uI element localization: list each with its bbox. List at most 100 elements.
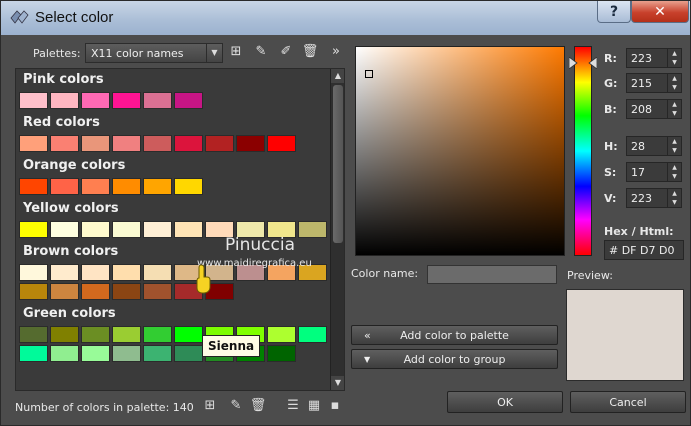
channel-spinbox[interactable]: 28 ▲ ▼ [626,136,682,156]
color-swatch[interactable] [112,345,141,362]
color-swatch[interactable] [143,283,172,300]
add-to-palette-button[interactable]: « Add color to palette [351,325,558,345]
color-swatch[interactable] [267,135,296,152]
color-swatch[interactable] [143,264,172,281]
cancel-button[interactable]: Cancel [570,391,686,413]
hue-slider-handle[interactable] [569,57,597,69]
spin-arrows-icon[interactable]: ▲ ▼ [667,163,681,181]
color-swatch[interactable] [19,92,48,109]
color-swatch[interactable] [19,221,48,238]
color-swatch[interactable] [174,178,203,195]
close-button[interactable]: ✕ [631,1,689,23]
small-grid-view-icon[interactable]: ▦ [305,397,323,415]
color-swatch[interactable] [81,92,110,109]
color-swatch[interactable] [267,326,296,343]
sv-picker-marker[interactable] [365,70,373,78]
add-to-group-button[interactable]: ▼ Add color to group [351,349,558,369]
color-swatch[interactable] [112,264,141,281]
color-swatch[interactable] [174,135,203,152]
color-swatch[interactable] [112,92,141,109]
color-swatch[interactable] [19,283,48,300]
color-swatch[interactable] [174,345,203,362]
more-options-icon[interactable]: » [327,43,345,61]
channel-spinbox[interactable]: 215 ▲ ▼ [626,73,682,93]
color-swatch[interactable] [81,264,110,281]
color-swatch[interactable] [143,92,172,109]
channel-spinbox[interactable]: 17 ▲ ▼ [626,162,682,182]
group-title: Orange colors [23,158,126,173]
color-swatch[interactable] [81,345,110,362]
color-swatch[interactable] [236,135,265,152]
color-swatch[interactable] [143,326,172,343]
color-swatch[interactable] [81,135,110,152]
saturation-value-picker[interactable] [355,46,565,256]
palette-scrollbar[interactable]: ▲ ▼ [330,69,344,390]
color-swatch[interactable] [50,345,79,362]
scroll-down-icon[interactable]: ▼ [331,376,344,390]
edit-color-icon[interactable]: ✎ [227,397,245,415]
spin-arrows-icon[interactable]: ▲ ▼ [667,74,681,92]
color-swatch[interactable] [143,135,172,152]
rename-palette-icon[interactable]: ✐ [277,43,295,61]
add-to-palette-label: Add color to palette [400,328,509,342]
help-button[interactable]: ? [597,1,631,23]
color-name-input[interactable] [427,265,557,284]
color-swatch[interactable] [298,221,327,238]
edit-palette-icon[interactable]: ✎ [252,43,270,61]
channel-spinbox[interactable]: 223 ▲ ▼ [626,48,682,68]
color-swatch[interactable] [143,178,172,195]
spin-arrows-icon[interactable]: ▲ ▼ [667,137,681,155]
chevron-down-icon[interactable]: ▼ [206,44,222,62]
color-swatch[interactable] [50,264,79,281]
large-grid-view-icon[interactable]: ▪ [326,397,344,415]
color-swatch[interactable] [205,135,234,152]
spin-arrows-icon[interactable]: ▲ ▼ [667,100,681,118]
color-swatch[interactable] [112,283,141,300]
color-swatch[interactable] [81,178,110,195]
color-swatch[interactable] [174,92,203,109]
color-swatch[interactable] [81,326,110,343]
color-swatch[interactable] [143,221,172,238]
color-swatch[interactable] [50,283,79,300]
palettes-label: Palettes: [33,47,81,60]
channel-spinbox[interactable]: 223 ▲ ▼ [626,188,682,208]
color-swatch[interactable] [19,135,48,152]
color-swatch[interactable] [112,135,141,152]
ok-button[interactable]: OK [447,391,563,413]
color-tooltip: Sienna [202,335,261,357]
hue-slider[interactable] [574,46,592,256]
color-swatch[interactable] [112,221,141,238]
scroll-thumb[interactable] [333,85,343,243]
color-swatch[interactable] [298,326,327,343]
palette-select[interactable]: X11 color names ▼ [85,43,223,63]
title-bar[interactable]: Select color ? ✕ [1,1,690,35]
color-swatch[interactable] [19,264,48,281]
color-swatch[interactable] [50,221,79,238]
spin-arrows-icon[interactable]: ▲ ▼ [667,49,681,67]
color-swatch[interactable] [19,326,48,343]
delete-palette-icon[interactable]: 🗑 [301,43,319,61]
spin-arrows-icon[interactable]: ▲ ▼ [667,189,681,207]
color-swatch[interactable] [50,178,79,195]
list-view-icon[interactable]: ☰ [284,397,302,415]
palette-grid-icon[interactable]: ⊞ [201,397,219,415]
color-swatch[interactable] [267,345,296,362]
channel-value: 17 [631,166,645,179]
color-swatch[interactable] [50,92,79,109]
color-swatch[interactable] [112,178,141,195]
channel-spinbox[interactable]: 208 ▲ ▼ [626,99,682,119]
color-swatch[interactable] [50,326,79,343]
scroll-up-icon[interactable]: ▲ [331,69,344,83]
color-swatch[interactable] [143,345,172,362]
color-swatch[interactable] [112,326,141,343]
color-swatch[interactable] [174,221,203,238]
color-swatch[interactable] [81,283,110,300]
color-swatch[interactable] [174,326,203,343]
color-swatch[interactable] [81,221,110,238]
delete-color-icon[interactable]: 🗑 [249,397,267,415]
color-swatch[interactable] [19,345,48,362]
color-swatch[interactable] [19,178,48,195]
color-swatch[interactable] [50,135,79,152]
new-palette-icon[interactable]: ⊞ [227,43,245,61]
hex-input[interactable]: # DF D7 D0 [604,240,684,260]
